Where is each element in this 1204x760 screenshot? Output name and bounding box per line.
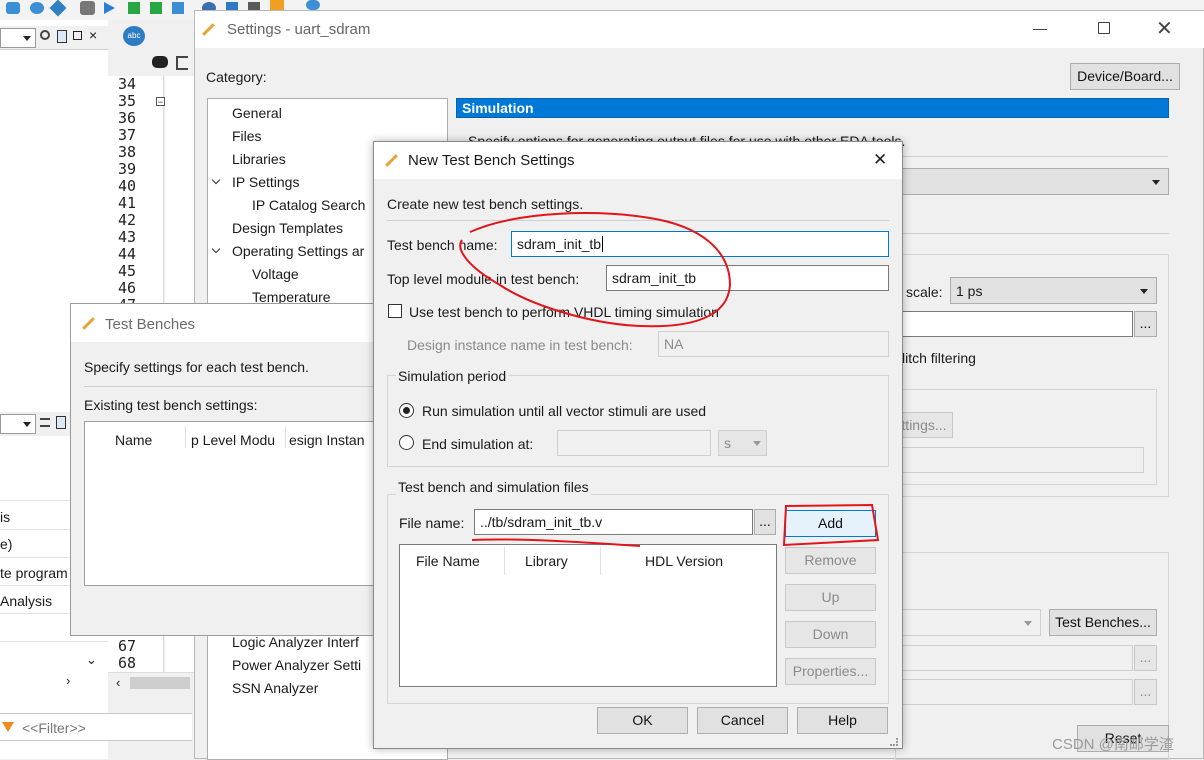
watermark: CSDN @南邮学渣 [1052,736,1174,753]
annotation-underline [471,538,641,547]
annotation-overlay [459,212,880,547]
annotation-ellipse [459,212,732,328]
annotation-add-box [782,503,880,547]
